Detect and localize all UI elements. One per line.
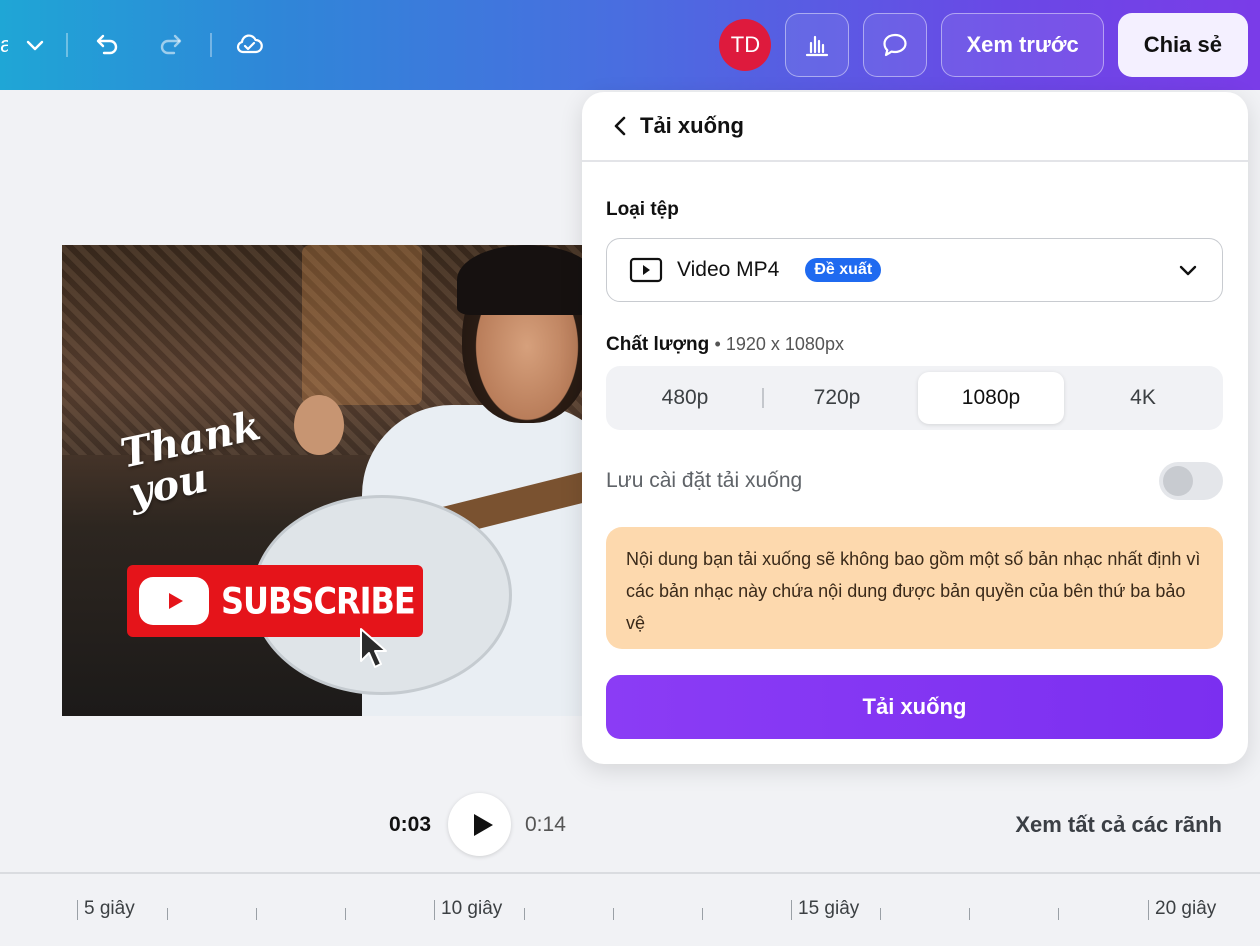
design-name-fragment[interactable]: a bbox=[0, 32, 8, 58]
comments-button[interactable] bbox=[863, 13, 928, 77]
view-all-tracks-link[interactable]: Xem tất cả các rãnh bbox=[1015, 812, 1222, 838]
bar-chart-icon bbox=[806, 35, 829, 57]
download-panel: Tải xuống Loại tệp Video MP4 Đề xuất Chấ… bbox=[582, 92, 1248, 764]
video-canvas[interactable]: Thank you SUBSCRIBE bbox=[62, 245, 582, 716]
timeline-tick bbox=[702, 908, 703, 920]
copyright-notice: Nội dung bạn tải xuống sẽ không bao gồm … bbox=[606, 527, 1223, 649]
toolbar-left-group: a bbox=[0, 22, 272, 68]
quality-option-4k[interactable]: 4K bbox=[1070, 372, 1216, 424]
quality-resolution: • 1920 x 1080px bbox=[714, 334, 844, 354]
quality-option-1080p[interactable]: 1080p bbox=[918, 372, 1064, 424]
photo-lamp-glow bbox=[302, 245, 422, 405]
panel-header: Tải xuống bbox=[582, 92, 1248, 162]
timeline-label: 15 giây bbox=[798, 898, 860, 919]
video-file-icon bbox=[629, 257, 663, 283]
chevron-down-icon bbox=[1179, 265, 1197, 276]
play-button[interactable] bbox=[448, 793, 511, 856]
timeline-tick bbox=[77, 900, 78, 920]
timeline-ruler[interactable]: 5 giây 10 giây 15 giây 20 giây bbox=[0, 872, 1260, 946]
quality-option-480p[interactable]: 480p bbox=[612, 372, 758, 424]
file-type-label: Loại tệp bbox=[606, 199, 679, 220]
photo-background-person bbox=[294, 395, 344, 455]
undo-icon[interactable] bbox=[82, 22, 128, 68]
speech-bubble-icon bbox=[883, 33, 908, 57]
photo-hair bbox=[457, 245, 582, 315]
timeline-tick bbox=[167, 908, 168, 920]
toolbar-divider bbox=[66, 33, 68, 57]
redo-icon[interactable] bbox=[150, 22, 196, 68]
file-type-value: Video MP4 bbox=[677, 258, 780, 281]
save-settings-row: Lưu cài đặt tải xuống bbox=[606, 461, 1223, 501]
youtube-play-icon bbox=[139, 577, 209, 625]
timeline-tick bbox=[256, 908, 257, 920]
quality-option-720p[interactable]: 720p bbox=[764, 372, 910, 424]
recommended-badge: Đề xuất bbox=[805, 258, 882, 282]
timeline-tick bbox=[613, 908, 614, 920]
timeline-tick bbox=[1058, 908, 1059, 920]
toggle-knob bbox=[1163, 466, 1193, 496]
download-button[interactable]: Tải xuống bbox=[606, 675, 1223, 739]
timeline-tick bbox=[524, 908, 525, 920]
timeline-tick bbox=[969, 908, 970, 920]
timeline-tick bbox=[880, 908, 881, 920]
toolbar-right-group: TD Xem trước Chia sẻ bbox=[719, 13, 1248, 77]
avatar[interactable]: TD bbox=[719, 19, 772, 71]
toolbar-divider bbox=[210, 33, 212, 57]
timeline-label: 5 giây bbox=[84, 898, 135, 919]
cloud-saved-icon[interactable] bbox=[226, 22, 272, 68]
save-settings-label: Lưu cài đặt tải xuống bbox=[606, 469, 803, 492]
timeline-tick bbox=[434, 900, 435, 920]
timeline-label: 20 giây bbox=[1155, 898, 1217, 919]
panel-title: Tải xuống bbox=[640, 113, 744, 138]
save-settings-toggle[interactable] bbox=[1159, 462, 1223, 500]
preview-button[interactable]: Xem trước bbox=[941, 13, 1104, 77]
total-time: 0:14 bbox=[525, 813, 566, 836]
quality-selector: 480p 720p 1080p 4K bbox=[606, 366, 1223, 430]
timeline-tick bbox=[1148, 900, 1149, 920]
file-type-dropdown[interactable]: Video MP4 Đề xuất bbox=[606, 238, 1223, 302]
insights-button[interactable] bbox=[785, 13, 850, 77]
quality-label: Chất lượng • 1920 x 1080px bbox=[606, 334, 844, 356]
timeline-tick bbox=[345, 908, 346, 920]
share-button[interactable]: Chia sẻ bbox=[1117, 13, 1248, 77]
play-icon bbox=[473, 813, 493, 836]
chevron-left-icon[interactable] bbox=[608, 113, 634, 139]
timeline-label: 10 giây bbox=[441, 898, 503, 919]
top-toolbar: a TD Xem trước Chia sẻ bbox=[0, 0, 1260, 90]
timeline-tick bbox=[791, 900, 792, 920]
mouse-pointer-icon bbox=[360, 628, 387, 668]
chevron-down-icon[interactable] bbox=[18, 22, 52, 68]
subscribe-label: SUBSCRIBE bbox=[221, 579, 416, 623]
quality-label-text: Chất lượng bbox=[606, 334, 710, 355]
current-time: 0:03 bbox=[389, 813, 432, 836]
